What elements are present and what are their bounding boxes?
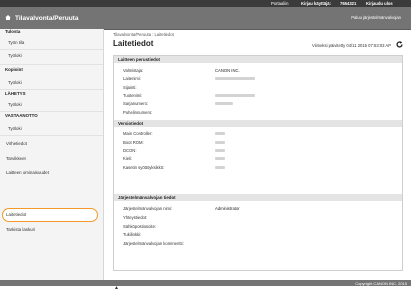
value-manufacturer: CANON INC. — [215, 68, 240, 73]
redacted-value — [215, 102, 233, 105]
refresh-icon[interactable] — [396, 41, 403, 48]
label-boot-rom: Boot ROM: — [123, 140, 144, 145]
page-title: Laitetiedot — [113, 39, 154, 48]
redacted-value — [215, 149, 225, 152]
label-admin-comment: Järjestelmänvalvojan kommentti: — [123, 241, 184, 246]
sidebar-section-tulosta: Tulosta — [5, 29, 21, 34]
sidebar: Tulosta Työn tila Työloki Kopioint Työlo… — [0, 29, 104, 286]
sidebar-item-receive-log[interactable]: Työloki — [8, 126, 22, 131]
label-product-name: Tuotenimi: — [123, 93, 143, 98]
label-serial-number: Sarjanumero: — [123, 101, 149, 106]
redacted-value — [215, 166, 225, 169]
user-id: 7654321 — [340, 1, 357, 6]
label-device-name: Laitenimi: — [123, 76, 141, 81]
sidebar-item-tarkista-laskuri[interactable]: Tarkista laskuri — [6, 227, 35, 232]
label-phone: Puhelinnumero: — [123, 110, 153, 115]
divider — [0, 64, 103, 65]
label-location: Sijainti: — [123, 85, 137, 90]
sidebar-item-tarvikkeet[interactable]: Tarvikkeet — [6, 156, 26, 161]
section-admin-header: Järjestelmänvalvojan tiedot — [114, 194, 402, 201]
sidebar-item-copy-log[interactable]: Työloki — [8, 80, 22, 85]
sidebar-item-print-log[interactable]: Työloki — [8, 53, 22, 58]
title-bar: Tilavalvonta/Peruuta Paluu järjestelmänv… — [0, 7, 411, 30]
sidebar-item-laitetiedot[interactable]: Laitetiedot — [6, 212, 26, 217]
home-icon[interactable] — [5, 15, 11, 20]
app-title: Tilavalvonta/Peruuta — [15, 15, 79, 22]
portal-link[interactable]: Portaaliin — [271, 1, 288, 6]
divider — [0, 49, 103, 50]
sidebar-section-kopiointi: Kopioint — [5, 67, 23, 72]
redacted-value — [215, 94, 255, 97]
label-language: Kieli: — [123, 156, 133, 161]
section-version-header: Versiotiedot — [114, 120, 402, 127]
details-panel — [113, 55, 403, 271]
label-admin-name: Järjestelmänvalvojan nimi: — [123, 206, 173, 211]
divider — [0, 89, 103, 90]
main-content: Tilavalvonta/Peruuta : Laitetiedot Laite… — [104, 29, 411, 291]
sidebar-section-vastaanotto: VASTAANOTTO — [5, 113, 38, 118]
breadcrumb: Tilavalvonta/Peruuta : Laitetiedot — [113, 32, 174, 37]
sidebar-item-tyon-tila[interactable]: Työn tila — [8, 40, 24, 45]
redacted-value — [215, 77, 255, 80]
section-basic-info-header: Laitteen perustiedot — [114, 56, 402, 63]
label-manufacturer: Valmistaja: — [123, 68, 144, 73]
login-user-label: Kirjau käyttäjä: — [301, 1, 332, 6]
label-email: Sähköpostiosoite: — [123, 224, 157, 229]
sidebar-item-laitteen-ominaisuudet[interactable]: Laitteen ominaisuudet — [6, 170, 49, 175]
label-main-controller: Main Controller: — [123, 131, 153, 136]
admin-return-link[interactable]: Paluu järjestelmänvalvojan — [351, 15, 401, 20]
value-admin-name: Administrator — [215, 206, 240, 211]
sidebar-section-lahetys: LÄHETYS — [5, 91, 26, 96]
copyright: Copyright CANON INC. 2015 — [355, 280, 407, 286]
top-bar: Portaaliin Kirjau käyttäjä: 7654321 Kirj… — [0, 0, 411, 7]
sidebar-item-send-log[interactable]: Työloki — [8, 102, 22, 107]
divider — [0, 111, 103, 112]
label-cassette-feeder: Kasetin syöttöyksikkö: — [123, 165, 165, 170]
last-updated: Viimeksi päivitetty 04/11 2015 07:53:03 … — [312, 43, 391, 48]
footer: Copyright CANON INC. 2015 — [0, 280, 411, 286]
label-contact: Yhteystiedot: — [123, 215, 148, 220]
logout-link[interactable]: Kirjaudu ulos — [366, 1, 393, 6]
label-dcon: DCON: — [123, 148, 137, 153]
redacted-value — [215, 157, 225, 160]
label-support-link: Tukilinkki: — [123, 232, 142, 237]
divider — [0, 135, 103, 136]
redacted-value — [215, 141, 225, 144]
redacted-value — [215, 132, 225, 135]
sidebar-item-virhetiedot[interactable]: Virhetiedot — [6, 141, 27, 146]
